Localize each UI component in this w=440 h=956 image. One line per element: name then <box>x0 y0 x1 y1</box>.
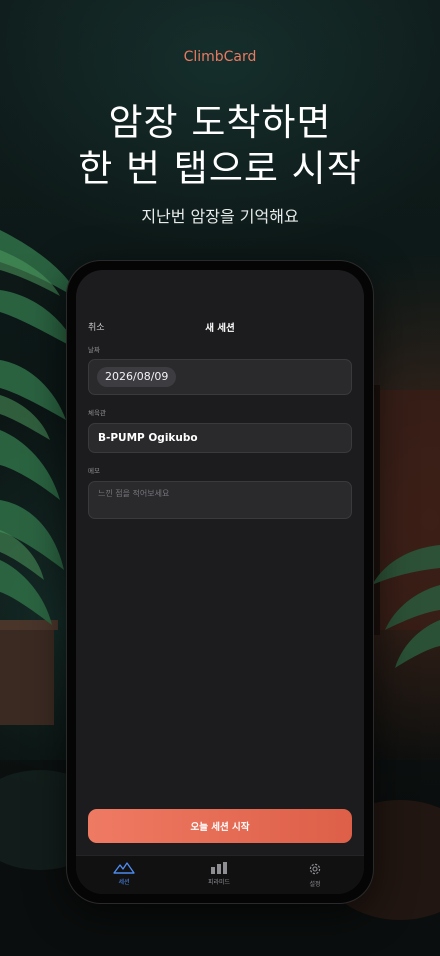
bar-chart-icon <box>211 862 227 874</box>
headline-line-2: 한 번 탭으로 시작 <box>78 147 362 190</box>
tab-pyramid-label: 피라미드 <box>207 879 231 886</box>
memo-label: 메모 <box>88 467 100 475</box>
tab-session-label: 세션 <box>118 879 130 886</box>
planter <box>0 625 54 725</box>
navigation-bar: 취소 새 세션 <box>76 320 364 340</box>
phone-frame: 취소 새 세션 날짜 2026/08/09 체육관 B-PUMP Ogikubo… <box>67 261 373 903</box>
promo-subheadline: 지난번 암장을 기억해요 <box>141 207 299 226</box>
tab-settings[interactable]: 설정 <box>280 862 350 890</box>
memo-input[interactable] <box>98 489 338 498</box>
promo-headline: 암장 도착하면 한 번 탭으로 시작 <box>0 100 440 192</box>
doorway-frame <box>372 385 380 635</box>
tab-bar: 세션 피라미드 설정 <box>76 855 364 894</box>
mountain-icon <box>113 862 135 874</box>
date-field[interactable]: 2026/08/09 <box>88 359 352 395</box>
promo-stage: ClimbCard 암장 도착하면 한 번 탭으로 시작 지난번 암장을 기억해… <box>0 0 440 956</box>
date-label: 날짜 <box>88 346 100 354</box>
brand-name: ClimbCard <box>183 49 257 65</box>
tab-session[interactable]: 세션 <box>89 862 159 890</box>
phone-screen: 취소 새 세션 날짜 2026/08/09 체육관 B-PUMP Ogikubo… <box>76 270 364 894</box>
tab-pyramid[interactable]: 피라미드 <box>184 862 254 890</box>
tab-settings-label: 설정 <box>309 881 321 888</box>
gym-value: B-PUMP Ogikubo <box>98 432 198 444</box>
start-session-button[interactable]: 오늘 세션 시작 <box>88 809 352 843</box>
memo-field[interactable] <box>88 481 352 519</box>
date-picker-value[interactable]: 2026/08/09 <box>97 367 177 387</box>
gear-icon <box>309 863 321 875</box>
gym-label: 체육관 <box>88 409 106 417</box>
gym-field[interactable]: B-PUMP Ogikubo <box>88 423 352 453</box>
page-title: 새 세션 <box>205 323 235 334</box>
headline-line-1: 암장 도착하면 <box>108 101 332 144</box>
